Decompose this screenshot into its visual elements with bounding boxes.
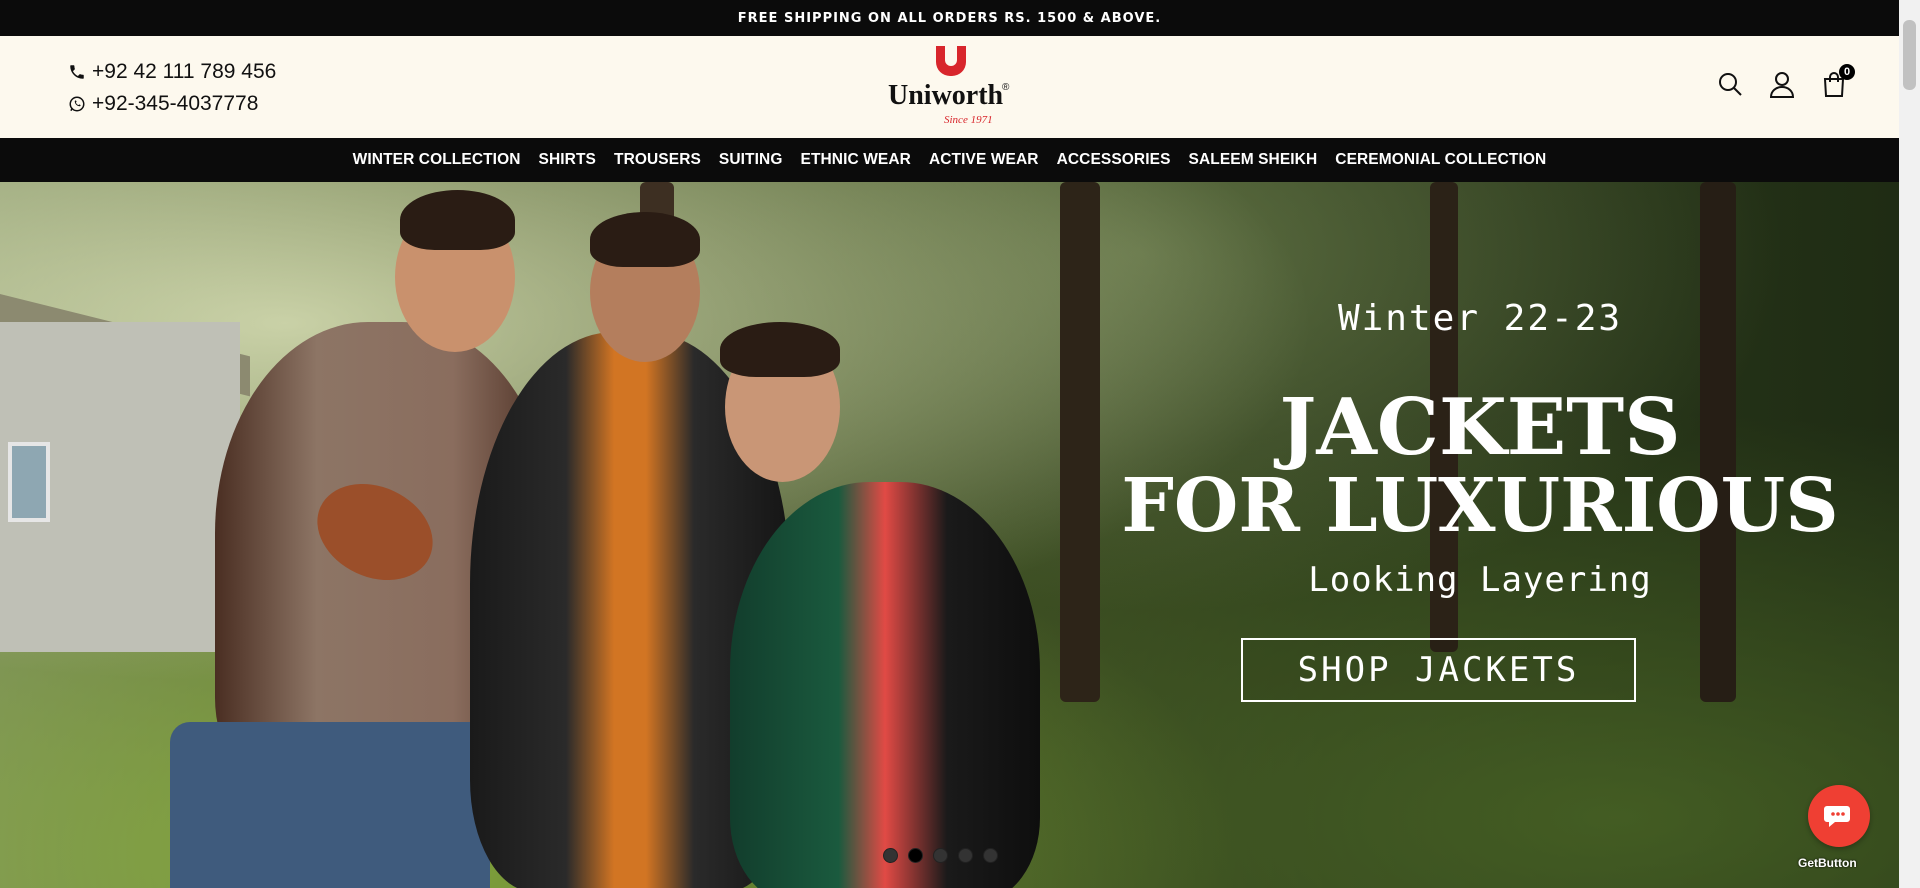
whatsapp-number: +92-345-4037778: [92, 92, 259, 115]
getbutton-link[interactable]: GetButton: [1798, 856, 1857, 870]
nav-item-winter-collection[interactable]: WINTER COLLECTION: [353, 151, 521, 169]
whatsapp-icon: [69, 96, 85, 112]
hero-subtitle: Looking Layering: [1308, 560, 1652, 600]
slider-dot[interactable]: [933, 848, 948, 863]
slider-dot-active[interactable]: [908, 848, 923, 863]
logo-registered: ®: [1002, 82, 1010, 93]
scrollbar-thumb[interactable]: [1903, 20, 1916, 90]
main-navigation: WINTER COLLECTION SHIRTS TROUSERS SUITIN…: [0, 138, 1899, 182]
uniworth-logo[interactable]: Uniworth ® Since 1971: [886, 46, 1016, 130]
logo-mark: [936, 46, 966, 76]
account-button[interactable]: [1769, 70, 1795, 98]
chat-widget-button[interactable]: [1808, 785, 1870, 847]
user-icon: [1769, 72, 1795, 98]
announcement-text: FREE SHIPPING ON ALL ORDERS RS. 1500 & A…: [737, 10, 1162, 26]
model-left-jeans: [170, 722, 490, 888]
hero-title-line1: JACKETS: [1279, 382, 1681, 473]
model-right-hair: [720, 322, 840, 377]
nav-item-ethnic-wear[interactable]: ETHNIC WEAR: [801, 151, 911, 169]
hero-text-block: Winter 22-23 JACKETS FOR LUXURIOUS Looki…: [1080, 182, 1880, 888]
phone-icon: [70, 65, 84, 79]
slider-dots: [883, 848, 998, 863]
logo-wordmark: Uniworth: [888, 80, 1004, 111]
slider-dot[interactable]: [983, 848, 998, 863]
header-actions: 0: [1717, 64, 1855, 98]
phone-number: +92 42 111 789 456: [92, 60, 277, 83]
page-scrollbar[interactable]: [1899, 0, 1920, 888]
model-right-jacket: [730, 482, 1040, 888]
search-button[interactable]: [1717, 70, 1743, 98]
search-icon: [1719, 73, 1742, 96]
phone-contact[interactable]: +92 42 111 789 456: [68, 56, 276, 88]
nav-item-shirts[interactable]: SHIRTS: [539, 151, 596, 169]
cart-count-badge: 0: [1839, 64, 1855, 80]
nav-item-saleem-sheikh[interactable]: SALEEM SHEIKH: [1189, 151, 1318, 169]
nav-item-accessories[interactable]: ACCESSORIES: [1057, 151, 1171, 169]
whatsapp-contact[interactable]: +92-345-4037778: [68, 88, 276, 120]
announcement-bar: FREE SHIPPING ON ALL ORDERS RS. 1500 & A…: [0, 0, 1899, 36]
slider-dot[interactable]: [883, 848, 898, 863]
chat-icon: [1824, 806, 1850, 827]
model-center-hair: [590, 212, 700, 267]
site-header: +92 42 111 789 456 +92-345-4037778 Uniwo…: [0, 36, 1899, 138]
hero-title-line2: FOR LUXURIOUS: [1121, 463, 1839, 549]
cart-button[interactable]: 0: [1821, 64, 1855, 98]
shop-jackets-button[interactable]: SHOP JACKETS: [1241, 638, 1636, 702]
house-window: [8, 442, 50, 522]
nav-item-suiting[interactable]: SUITING: [719, 151, 783, 169]
getbutton-label: GetButton: [1798, 856, 1857, 870]
nav-item-active-wear[interactable]: ACTIVE WEAR: [929, 151, 1039, 169]
logo-since: Since 1971: [944, 114, 993, 126]
contact-info: +92 42 111 789 456 +92-345-4037778: [68, 56, 276, 120]
nav-item-ceremonial-collection[interactable]: CEREMONIAL COLLECTION: [1335, 151, 1546, 169]
model-left-hair: [400, 190, 515, 250]
nav-item-trousers[interactable]: TROUSERS: [614, 151, 701, 169]
hero-banner[interactable]: Winter 22-23 JACKETS FOR LUXURIOUS Looki…: [0, 182, 1899, 888]
slider-dot[interactable]: [958, 848, 973, 863]
hero-season: Winter 22-23: [1337, 298, 1623, 339]
